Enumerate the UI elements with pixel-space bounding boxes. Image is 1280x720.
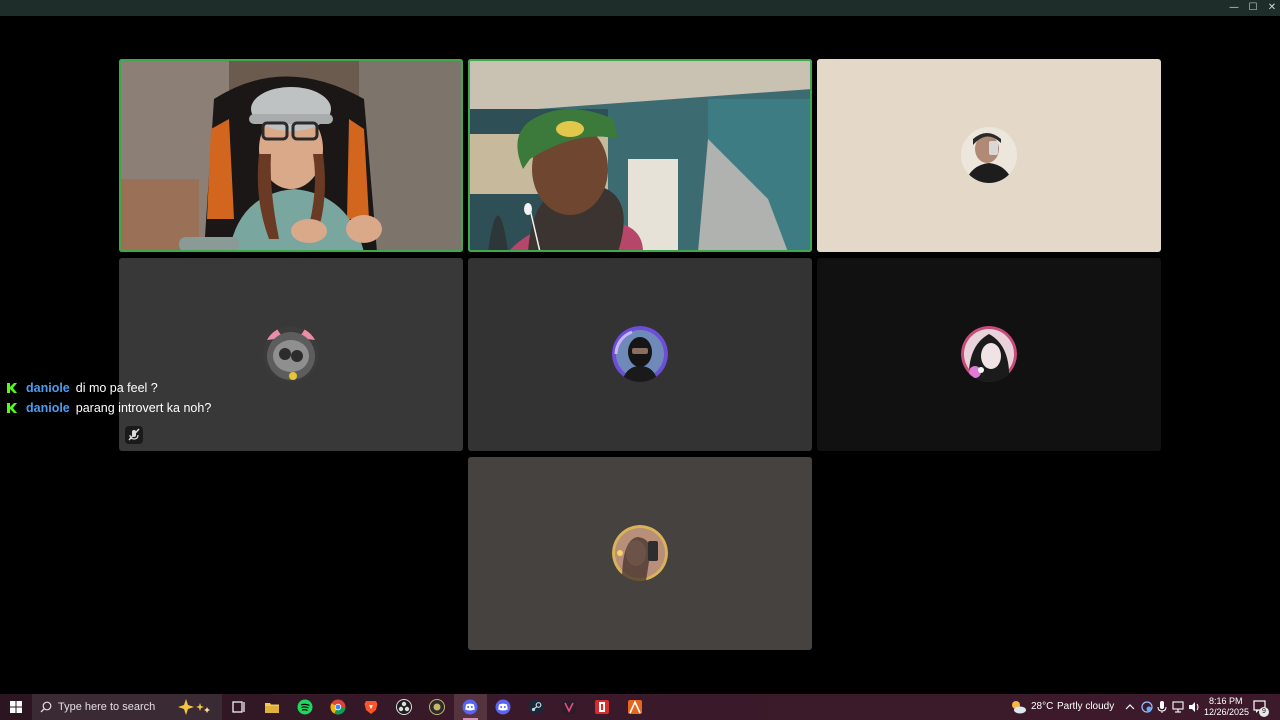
spotify-icon <box>297 699 313 715</box>
clock-date[interactable]: 12/26/2025 <box>1204 707 1249 717</box>
start-button[interactable] <box>0 694 32 720</box>
participant-avatar <box>612 525 668 581</box>
participant-video-tile-2[interactable] <box>468 59 812 252</box>
search-placeholder: Type here to search <box>58 701 156 713</box>
microphone-icon[interactable] <box>1156 700 1168 714</box>
chat-message: daniole parang introvert ka noh? <box>6 399 211 417</box>
mic-muted-icon <box>128 428 140 441</box>
brave-app[interactable] <box>355 694 388 720</box>
avatar-image <box>961 127 1017 183</box>
chevron-up-icon[interactable] <box>1124 701 1136 713</box>
game-app[interactable] <box>586 694 619 720</box>
search-icon <box>40 701 52 713</box>
weather-condition: Partly cloudy <box>1057 701 1115 712</box>
avatar-image <box>961 326 1017 382</box>
participant-video-feed <box>119 59 463 252</box>
participant-video-feed <box>468 59 812 252</box>
muted-mic-badge <box>125 426 143 444</box>
obs-icon <box>396 699 412 715</box>
kick-icon <box>7 403 17 413</box>
avatar-image <box>612 326 668 382</box>
participant-video-tile-1[interactable] <box>119 59 463 252</box>
participant-tile-5[interactable] <box>468 258 812 451</box>
clock-time[interactable]: 8:16 PM <box>1209 696 1243 706</box>
screen: — ☐ ✕ daniole di mo pa feel ? daniole pa… <box>0 0 1280 720</box>
weather-temp: 28°C <box>1031 701 1054 712</box>
volume-icon[interactable] <box>1187 700 1201 714</box>
chat-text: parang introvert ka noh? <box>75 401 212 415</box>
window-titlebar: — ☐ ✕ <box>0 0 1280 16</box>
participant-avatar <box>961 326 1017 382</box>
taskbar-search[interactable]: Type here to search <box>32 694 222 720</box>
spotify-app[interactable] <box>289 694 322 720</box>
participant-tile-3[interactable] <box>817 59 1161 252</box>
discord-activity-app[interactable] <box>454 694 487 720</box>
editor-icon <box>562 700 576 714</box>
steam-app[interactable] <box>520 694 553 720</box>
avatar-image <box>263 326 319 382</box>
participant-avatar <box>612 326 668 382</box>
participant-tile-6[interactable] <box>817 258 1161 451</box>
notification-count-badge: 9 <box>1259 707 1269 717</box>
participant-tile-7[interactable] <box>468 457 812 650</box>
avatar-image <box>612 525 668 581</box>
windows-icon <box>10 701 22 713</box>
taskbar: Type here to search 28°C Partly cloudy 8… <box>0 694 1280 720</box>
task-view-button[interactable] <box>223 694 256 720</box>
game-icon <box>595 700 609 714</box>
maximize-button[interactable]: ☐ <box>1243 0 1263 16</box>
app-icon <box>429 699 445 715</box>
affinity-app[interactable] <box>619 694 652 720</box>
chat-message: daniole di mo pa feel ? <box>6 379 158 397</box>
minimize-button[interactable]: — <box>1224 0 1244 16</box>
task-view-icon <box>232 701 245 713</box>
search-highlight-icon <box>178 699 210 715</box>
weather-icon[interactable] <box>1009 698 1027 716</box>
affinity-icon <box>628 700 642 714</box>
steam-icon <box>528 699 544 715</box>
kick-icon <box>7 383 17 393</box>
discord-icon <box>462 699 478 715</box>
taskbar-app[interactable] <box>421 694 454 720</box>
participant-tile-4[interactable] <box>119 258 463 451</box>
chat-username: daniole <box>26 381 70 395</box>
discord-icon <box>495 699 511 715</box>
close-button[interactable]: ✕ <box>1262 0 1280 16</box>
obs-app[interactable] <box>388 694 421 720</box>
participant-avatar <box>961 127 1017 183</box>
discord-app[interactable] <box>487 694 520 720</box>
chat-username: daniole <box>26 401 70 415</box>
file-explorer-app[interactable] <box>256 694 289 720</box>
code-editor-app[interactable] <box>553 694 586 720</box>
network-tray-icon[interactable] <box>1140 700 1154 714</box>
chrome-icon <box>330 699 346 715</box>
wired-network-icon[interactable] <box>1171 700 1185 714</box>
brave-icon <box>364 701 378 714</box>
folder-icon <box>265 703 279 713</box>
chrome-app[interactable] <box>322 694 355 720</box>
chat-text: di mo pa feel ? <box>75 381 158 395</box>
participant-avatar <box>263 326 319 382</box>
